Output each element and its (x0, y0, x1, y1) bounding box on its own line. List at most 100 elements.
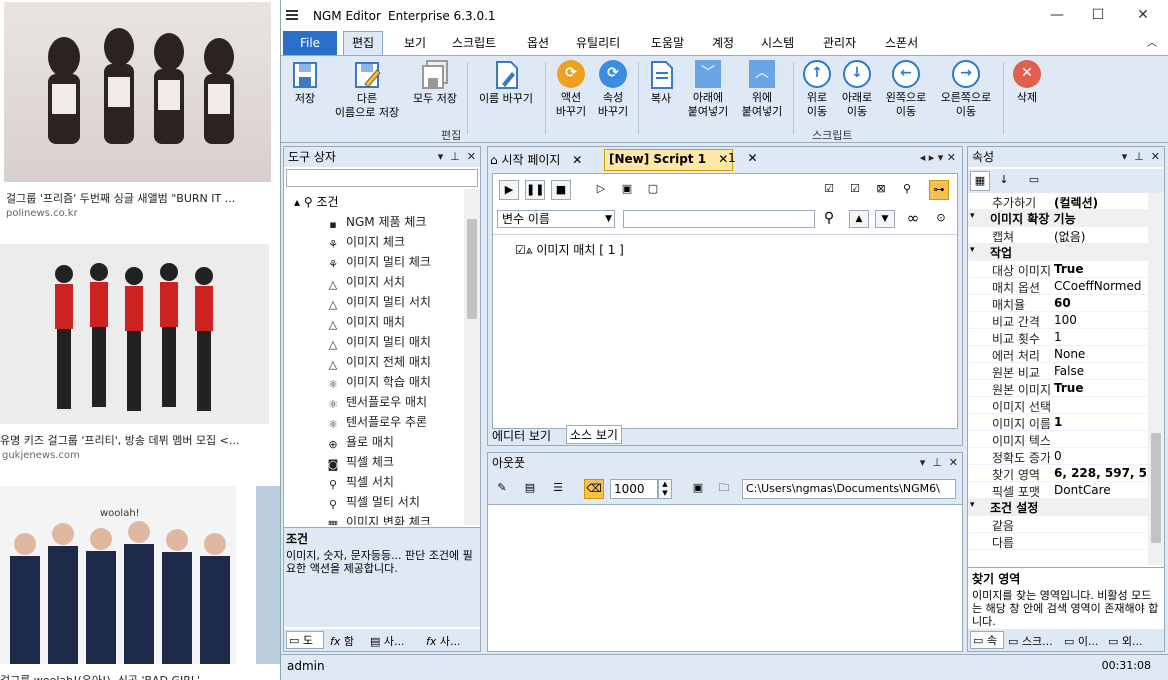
collapse-icon[interactable]: ▾ (970, 245, 975, 255)
property-value[interactable]: False (1054, 364, 1148, 378)
tab-properties[interactable]: ▭ 속 (970, 631, 1004, 649)
play-icon[interactable]: ▶ (499, 180, 519, 200)
toolbox-search-input[interactable] (286, 169, 478, 187)
property-row[interactable]: 정확도 증가 0 (968, 448, 1148, 465)
count-stepper[interactable]: ▲ ▼ (658, 479, 672, 499)
property-swap-button[interactable]: ⟳ 속성 바꾸기 (593, 60, 633, 119)
save-icon[interactable]: ▣ (688, 479, 708, 499)
save-as-button[interactable]: 다른 이름으로 저장 (327, 60, 407, 120)
menu-sponsor[interactable]: 스폰서 (885, 34, 918, 51)
property-row[interactable]: 같음 (968, 516, 1148, 533)
property-value[interactable]: True (1054, 262, 1148, 276)
toolbox-item[interactable]: ⚲ 픽셀 서치 (326, 473, 394, 492)
property-row[interactable]: 이미지 선택 (968, 397, 1148, 414)
more-icon[interactable]: ⊙ (931, 209, 951, 229)
menu-utility[interactable]: 유틸리티 (576, 34, 620, 51)
tab-script-1[interactable]: [New] Script 1 ✕ (604, 149, 734, 171)
property-row[interactable]: 픽셀 포맷 DontCare (968, 482, 1148, 499)
property-value[interactable]: 0 (1054, 449, 1148, 463)
toolbox-item[interactable]: ⚘ 이미지 체크 (326, 233, 405, 252)
toolbox-item[interactable]: △ 이미지 매치 (326, 313, 405, 332)
variable-select[interactable]: 변수 이름 ▼ (497, 210, 615, 228)
property-category[interactable]: ▾ 작업 (968, 244, 1148, 261)
property-row[interactable]: 다름 (968, 533, 1148, 550)
search-icon[interactable]: ⚲ (819, 209, 839, 229)
panel-controls[interactable]: ▾ ⊥ ✕ (920, 453, 958, 473)
delete-button[interactable]: ✕ 삭제 (1009, 60, 1045, 105)
maximize-button[interactable]: ☐ (1078, 4, 1118, 26)
close-icon[interactable]: ✕ (572, 153, 582, 167)
news-photo-4[interactable] (256, 486, 282, 664)
tab-external[interactable]: ▭ 외... (1108, 633, 1143, 649)
menu-options[interactable]: 옵션 (527, 34, 549, 51)
tab-user-2[interactable]: fx 사... (426, 633, 461, 649)
property-value[interactable]: DontCare (1054, 483, 1148, 497)
property-value[interactable]: CCoeffNormed (1054, 279, 1148, 293)
paste-below-button[interactable]: ﹀ 아래에 붙여넣기 (683, 60, 733, 119)
menu-help[interactable]: 도움말 (651, 34, 684, 51)
property-row[interactable]: 캡쳐 (없음) (968, 227, 1148, 244)
news-photo-2[interactable] (0, 244, 269, 424)
toolbox-item[interactable]: △ 이미지 전체 매치 (326, 353, 431, 372)
close-button[interactable]: ✕ (1123, 4, 1163, 26)
news-title-2[interactable]: 유명 키즈 걸그룹 '프리티', 방송 데뷔 멤버 모집 <... (0, 432, 239, 448)
script-tree-item[interactable]: ☑⩓ 이미지 매치 [ 1 ] (515, 241, 624, 258)
menu-script[interactable]: 스크립트 (452, 34, 496, 51)
editor-tab-controls[interactable]: ◂ ▸ ▾ ✕ (920, 151, 956, 164)
property-row[interactable]: 비교 횟수 1 (968, 329, 1148, 346)
tab-function[interactable]: fx 함 (330, 633, 354, 649)
app-menu-icon[interactable] (285, 8, 299, 22)
copy-log-icon[interactable]: ▤ (520, 479, 540, 499)
toolbox-item[interactable]: ◙ 픽셀 체크 (326, 453, 394, 472)
close-icon[interactable]: ✕ (718, 152, 728, 166)
property-row[interactable]: 원본 비교 False (968, 363, 1148, 380)
paste-above-button[interactable]: ︿ 위에 붙여넣기 (737, 60, 787, 119)
tab-source-view[interactable]: 소스 보기 (566, 425, 622, 444)
pause-icon[interactable]: ❚❚ (525, 180, 545, 200)
news-photo-3[interactable]: woolah! (0, 486, 236, 664)
tab-toolbox[interactable]: ▭ 도 (286, 631, 324, 649)
menu-admin[interactable]: 관리자 (823, 34, 856, 51)
toolbox-item[interactable]: △ 이미지 서치 (326, 273, 405, 292)
property-row[interactable]: 비교 간격 100 (968, 312, 1148, 329)
run-from-icon[interactable]: ▢ (643, 180, 663, 200)
property-row[interactable]: 에러 처리 None (968, 346, 1148, 363)
stop-icon[interactable]: ■ (551, 180, 571, 200)
property-value[interactable]: 1 (1054, 415, 1148, 429)
minimize-button[interactable]: — (1037, 4, 1077, 26)
list-icon[interactable]: ☰ (548, 479, 568, 499)
file-menu[interactable]: File (283, 31, 337, 55)
eraser-icon[interactable]: ⌫ (584, 479, 604, 499)
tab-1[interactable]: 1 ✕ (728, 151, 758, 165)
toolbox-item[interactable]: △ 이미지 멀티 매치 (326, 333, 431, 352)
toolbox-item[interactable]: ▪ NGM 제품 체크 (326, 213, 426, 232)
search-icon[interactable]: ⚲ (897, 180, 917, 200)
toolbox-item[interactable]: ▦ 이미지 변화 체크 (326, 513, 431, 525)
ribbon-collapse-icon[interactable]: ︿ (1147, 34, 1157, 49)
menu-edit[interactable]: 편집 (343, 31, 383, 56)
close-icon[interactable]: ✕ (747, 151, 757, 165)
toolbox-item[interactable]: △ 이미지 멀티 서치 (326, 293, 431, 312)
action-swap-button[interactable]: ⟳ 액션 바꾸기 (551, 60, 591, 119)
check-icon[interactable]: ☑ (845, 180, 865, 200)
properties-scrollbar[interactable] (1148, 193, 1164, 565)
property-value[interactable]: True (1054, 381, 1148, 395)
collapse-icon[interactable]: ▾ (970, 211, 975, 221)
property-value[interactable]: None (1054, 347, 1148, 361)
save-button[interactable]: 저장 (287, 60, 323, 106)
news-title-1[interactable]: 걸그룹 '프리즘' 두번째 싱글 새앨범 "BURN IT ... (6, 190, 235, 206)
tree-root[interactable]: ▴ ⚲ 조건 (294, 193, 339, 210)
news-title-3[interactable]: 걸그룹 woolah!(우아!), 신곡 'BAD GIRL'... (0, 672, 211, 680)
title-bar[interactable]: NGM Editor Enterprise 6.3.0.1 — ☐ ✕ (281, 0, 1168, 30)
move-right-button[interactable]: → 오른쪽으로 이동 (935, 60, 997, 119)
tab-script[interactable]: ▭ 스크... (1008, 633, 1053, 649)
copy-button[interactable]: 복사 (643, 60, 679, 106)
save-all-button[interactable]: 모두 저장 (407, 60, 463, 106)
menu-account[interactable]: 계정 (712, 34, 734, 51)
property-row[interactable]: 이미지 텍스트 (968, 431, 1148, 448)
property-row[interactable]: 매치 옵션 CCoeffNormed (968, 278, 1148, 295)
property-pages-icon[interactable]: ▭ (1024, 171, 1044, 191)
categorized-icon[interactable]: ▦ (970, 171, 990, 191)
move-up-icon[interactable]: ▲ (849, 210, 869, 228)
property-row[interactable]: 대상 이미지 True (968, 261, 1148, 278)
